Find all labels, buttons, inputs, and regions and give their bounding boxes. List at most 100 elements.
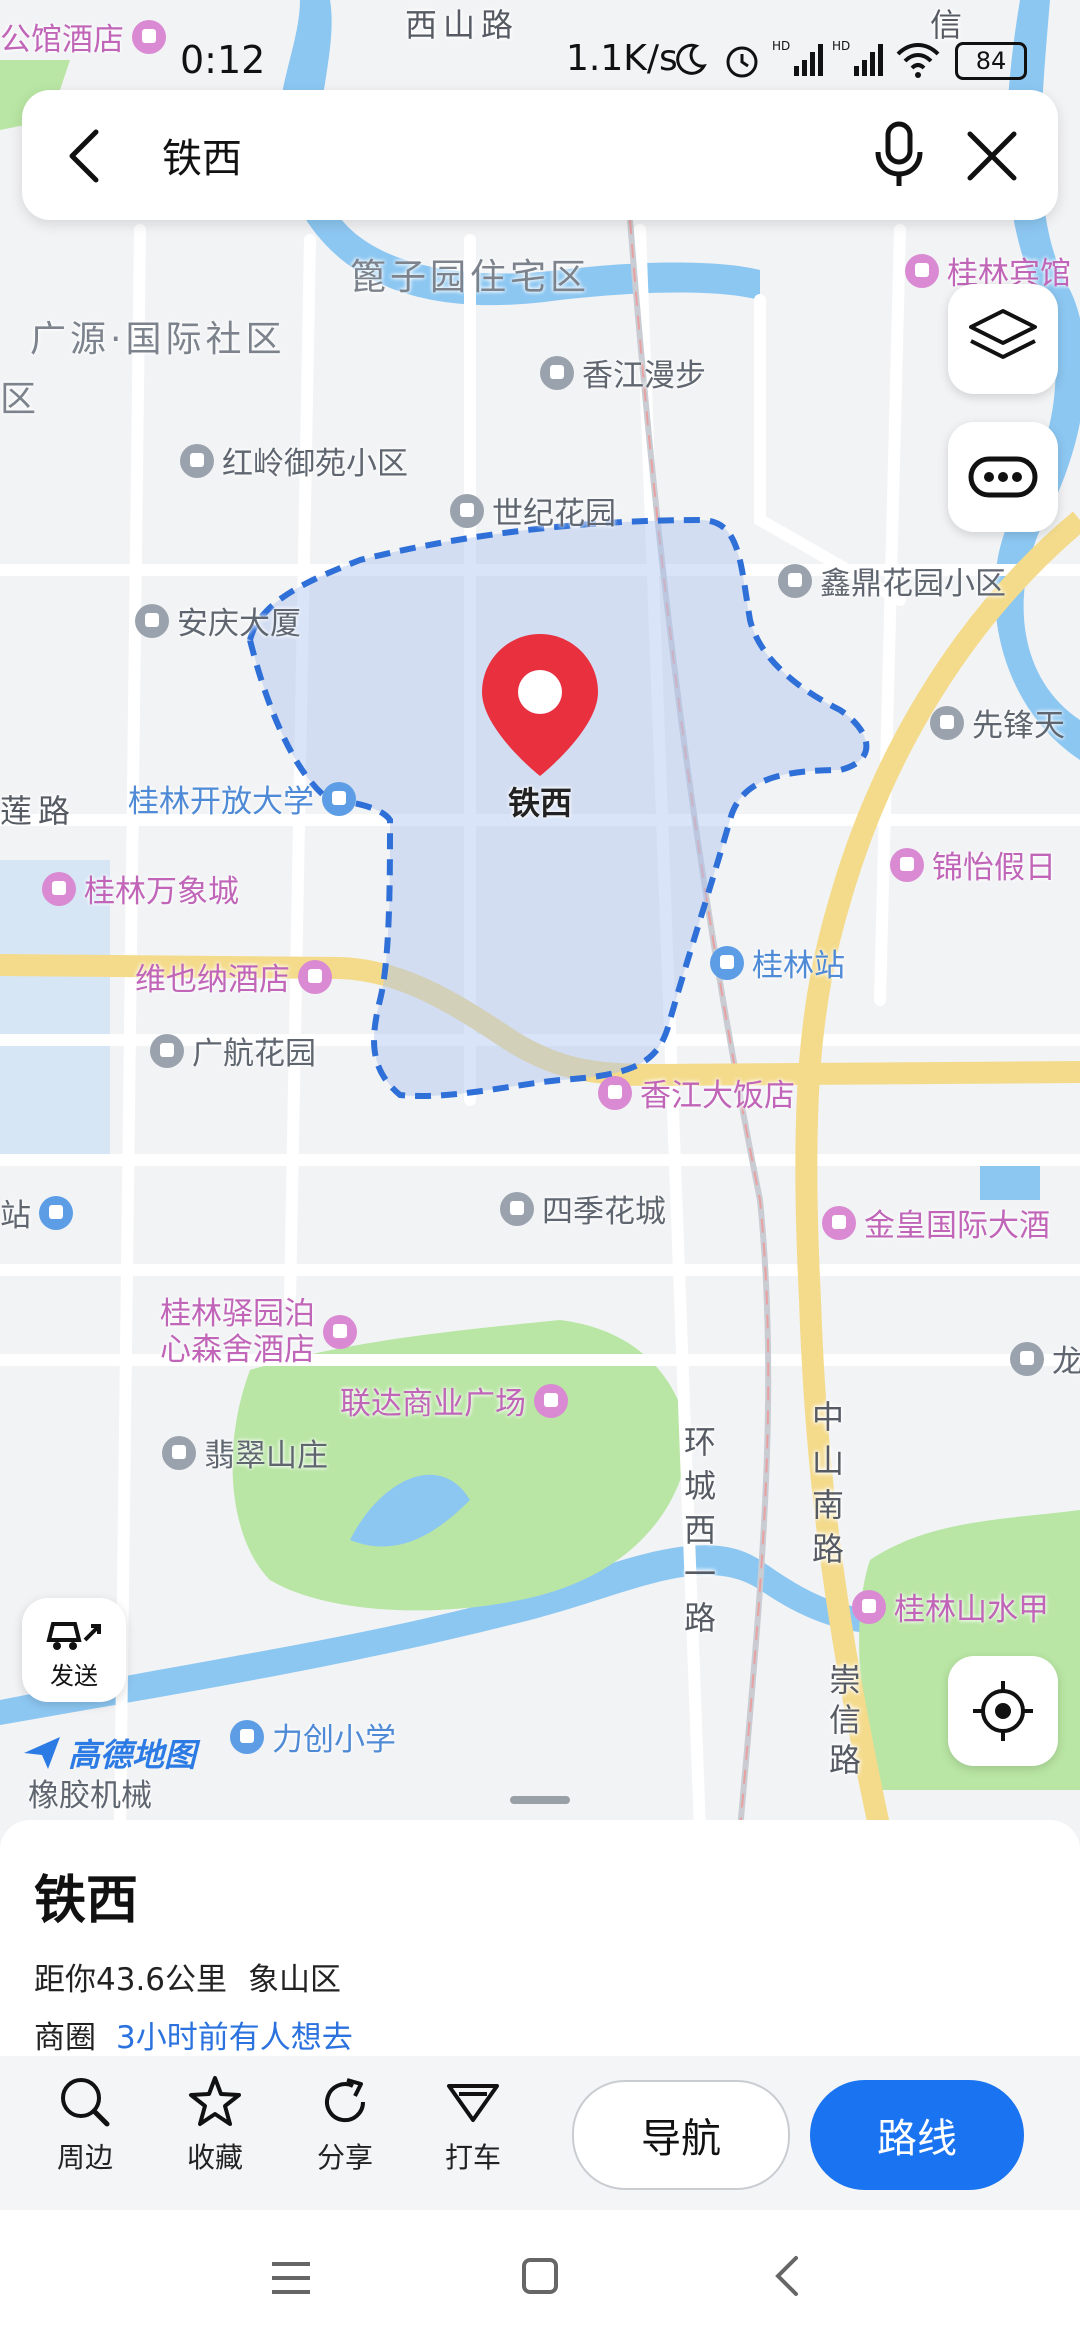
poi-hotel[interactable]: 维也纳酒店 [135, 954, 332, 999]
poi-hotel[interactable]: 香江大饭店 [598, 1070, 795, 1115]
residential-icon [778, 563, 812, 598]
location-pin[interactable] [478, 630, 602, 780]
layers-button[interactable] [948, 284, 1058, 394]
svg-text:HD: HD [772, 39, 790, 53]
district-label: 篦子园住宅区 [350, 257, 591, 298]
poi-bus-station[interactable]: 站 [0, 1190, 73, 1235]
poi-residential[interactable]: 鑫鼎花园小区 [778, 558, 1006, 603]
hotel-icon [598, 1075, 632, 1110]
share-icon [325, 2078, 366, 2123]
route-button[interactable]: 路线 [810, 2080, 1024, 2190]
favorite-label: 收藏 [186, 2141, 243, 2174]
poi-hotel[interactable]: 桂林驿园泊 心森舍酒店 [160, 1296, 357, 1368]
residential-icon [450, 493, 484, 528]
map-view[interactable]: 篦子园住宅区 广源·国际社区 区 西山路 莲路 环城西一路 中山南路 崇信路 信… [0, 0, 1080, 1830]
road-label: 崇信路 [828, 1661, 861, 1779]
status-net-speed: 1.1K/s [566, 38, 678, 79]
close-icon[interactable] [964, 128, 1020, 184]
back-arrow-icon[interactable] [60, 126, 110, 186]
poi-residential[interactable]: 四季花城 [500, 1186, 666, 1231]
district-label: 广源·国际社区 [30, 319, 286, 360]
sheet-handle[interactable] [510, 1796, 570, 1804]
hotel-icon [822, 1205, 856, 1240]
back-icon[interactable] [772, 2254, 802, 2298]
search-icon [61, 2078, 110, 2127]
search-bar: 铁西 [22, 90, 1058, 220]
road-label: 环城西一路 [683, 1423, 716, 1637]
train-station-icon [710, 945, 744, 980]
battery-indicator: 84 [955, 42, 1027, 80]
status-time: 0:12 [180, 38, 266, 82]
my-location-button[interactable] [948, 1656, 1058, 1766]
poi-hotel[interactable]: 金皇国际大酒 [822, 1200, 1050, 1245]
nearby-label: 周边 [56, 2141, 113, 2174]
poi-school[interactable]: 桂林开放大学 [128, 776, 356, 821]
taxi-label: 打车 [444, 2141, 501, 2174]
hotel-icon [905, 253, 939, 288]
poi-mall[interactable]: 桂林万象城 [42, 866, 239, 911]
share-button[interactable]: 分享 [290, 2074, 400, 2176]
taxi-icon [447, 2084, 499, 2122]
status-bar: 0:12 1.1K/s HD HD 84 [0, 0, 1080, 90]
moon-icon [676, 43, 707, 75]
poi-train-station[interactable]: 桂林站 [710, 940, 845, 985]
poi-building[interactable]: 橡胶机械 [28, 1770, 152, 1815]
favorite-button[interactable]: 收藏 [160, 2074, 270, 2176]
wifi-icon [896, 43, 940, 78]
shopping-icon [42, 871, 76, 906]
taxi-button[interactable]: 打车 [418, 2074, 528, 2176]
poi-residential[interactable]: 香江漫步 [540, 350, 706, 395]
poi-hotel[interactable]: 锦怡假日 [890, 842, 1056, 887]
send-label: 发送 [50, 1661, 98, 1690]
shopping-icon [534, 1383, 568, 1418]
search-input[interactable]: 铁西 [162, 126, 242, 184]
pin-label: 铁西 [507, 784, 572, 822]
navigate-button[interactable]: 导航 [572, 2080, 790, 2190]
poi-residential[interactable]: 广航花园 [150, 1028, 316, 1073]
school-icon [230, 1719, 264, 1754]
home-icon[interactable] [520, 2256, 560, 2296]
poi-residential[interactable]: 红岭御苑小区 [180, 438, 408, 483]
hotel-icon [852, 1589, 886, 1624]
more-icon [968, 456, 1038, 498]
amap-logo-icon [24, 1737, 60, 1769]
layers-icon [969, 309, 1037, 359]
menu-icon[interactable] [268, 2258, 314, 2298]
nearby-button[interactable]: 周边 [30, 2074, 140, 2176]
poi-residential[interactable]: 世纪花园 [450, 488, 616, 533]
residential-icon [500, 1191, 534, 1226]
signal-hd-icon: HD [772, 39, 823, 76]
pin-icon [482, 634, 598, 776]
poi-residential[interactable]: 翡翠山庄 [162, 1430, 328, 1475]
star-icon [189, 2076, 241, 2126]
poi-mall[interactable]: 联达商业广场 [340, 1378, 568, 1423]
alarm-icon [726, 46, 758, 78]
residential-icon [162, 1435, 196, 1470]
place-district: 象山区 [248, 1962, 341, 1998]
school-icon [322, 781, 356, 816]
send-car-icon [46, 1621, 101, 1650]
poi-school[interactable]: 力创小学 [230, 1714, 396, 1759]
place-hint[interactable]: 3小时前有人想去 [116, 2012, 353, 2057]
more-button[interactable] [948, 422, 1058, 532]
poi-hotel[interactable]: 桂林山水甲 [852, 1584, 1049, 1629]
district-label: 区 [0, 379, 41, 420]
locate-icon [973, 1681, 1033, 1741]
svg-text:HD: HD [832, 39, 850, 53]
residential-icon [180, 443, 214, 478]
building-icon [135, 603, 169, 638]
residential-icon [930, 705, 964, 740]
send-to-car-button[interactable]: 发送 [22, 1598, 126, 1702]
road-label: 莲路 [0, 792, 77, 830]
residential-icon [1010, 1341, 1044, 1376]
place-distance: 距你43.6公里 [34, 1962, 228, 1998]
residential-icon [540, 355, 574, 390]
brand-logo: 高德地图 [22, 1730, 196, 1776]
poi-residential[interactable]: 龙 [1010, 1336, 1080, 1381]
residential-icon [150, 1033, 184, 1068]
poi-residential[interactable]: 先锋天 [930, 700, 1065, 745]
hotel-icon [298, 959, 332, 994]
signal-hd-icon-2: HD [832, 39, 883, 76]
microphone-icon[interactable] [872, 120, 926, 190]
poi-building[interactable]: 安庆大厦 [135, 598, 301, 643]
